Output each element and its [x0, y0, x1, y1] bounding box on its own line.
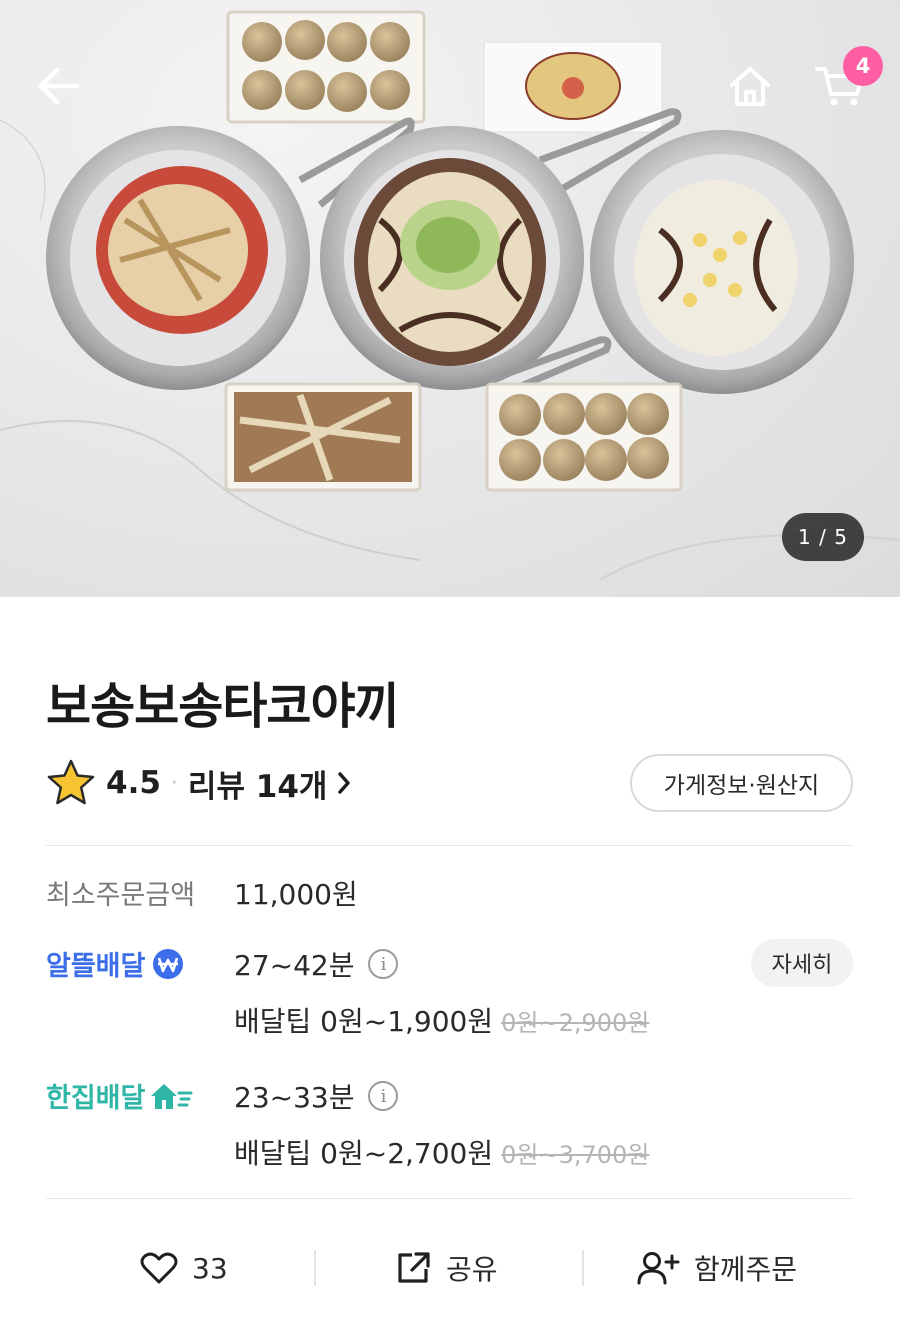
- divider: [46, 845, 854, 846]
- rating-row: 4.5 · 리뷰 14개: [46, 756, 351, 810]
- review-link[interactable]: 리뷰 14개: [188, 761, 352, 806]
- saver-delivery-tip: 배달팁 0원~1,900원: [234, 1005, 494, 1038]
- cart-count-badge: 4: [843, 46, 883, 86]
- add-person-icon: [637, 1252, 680, 1285]
- share-icon: [398, 1252, 430, 1283]
- min-order-label: 최소주문금액: [46, 880, 196, 911]
- single-time-row: 23~33분 i: [234, 1076, 399, 1116]
- saver-time-row: 27~42분 i: [234, 944, 399, 984]
- saver-tip-row: 배달팁 0원~1,900원 0원~2,900원: [234, 1000, 649, 1040]
- saver-delivery-time: 27~42분: [234, 949, 355, 982]
- like-count: 33: [192, 1251, 228, 1285]
- group-order-button[interactable]: 함께주문: [636, 1230, 797, 1306]
- store-photo-carousel[interactable]: 4 1 / 5: [0, 0, 900, 597]
- divider: [46, 1198, 854, 1199]
- group-order-label: 함께주문: [694, 1253, 798, 1286]
- saver-original-tip: 0원~2,900원: [501, 1009, 650, 1037]
- heart-icon: [140, 1252, 178, 1284]
- separator: [314, 1250, 316, 1286]
- single-delivery-time: 23~33분: [234, 1081, 355, 1114]
- rating-value: 4.5: [106, 765, 161, 801]
- info-icon[interactable]: i: [368, 949, 399, 979]
- home-button[interactable]: [718, 54, 782, 118]
- star-icon: [47, 759, 95, 805]
- share-button[interactable]: 공유: [396, 1230, 498, 1306]
- saver-delivery-label: 알뜰배달: [46, 944, 185, 983]
- store-info-button[interactable]: 가게정보·원산지: [630, 754, 853, 812]
- min-order-value: 11,000원: [234, 878, 358, 911]
- photo-page-counter: 1 / 5: [782, 513, 864, 561]
- single-delivery-tip: 배달팁 0원~2,700원: [234, 1137, 494, 1170]
- single-delivery-label: 한집배달: [46, 1076, 193, 1115]
- back-arrow-icon: [38, 67, 79, 105]
- review-count: 리뷰 14개: [187, 768, 328, 805]
- share-label: 공유: [446, 1253, 498, 1286]
- back-button[interactable]: [26, 54, 90, 118]
- store-name: 보송보송타코야끼: [46, 678, 400, 735]
- saver-delivery-text: 알뜰배달: [46, 951, 146, 982]
- action-bar: 33 공유 함께주문: [0, 1230, 900, 1306]
- detail-button[interactable]: 자세히: [751, 939, 853, 987]
- rating-separator: ·: [170, 770, 178, 796]
- single-tip-row: 배달팁 0원~2,700원 0원~3,700원: [234, 1132, 649, 1172]
- separator: [582, 1250, 584, 1286]
- info-icon[interactable]: i: [368, 1081, 399, 1111]
- chevron-right-icon: [338, 772, 351, 794]
- home-icon: [730, 67, 770, 106]
- like-button[interactable]: 33: [140, 1230, 228, 1306]
- single-delivery-text: 한집배달: [46, 1083, 146, 1114]
- house-speed-icon: [151, 1083, 193, 1109]
- single-original-tip: 0원~3,700원: [501, 1141, 650, 1169]
- won-coin-icon: [153, 948, 184, 979]
